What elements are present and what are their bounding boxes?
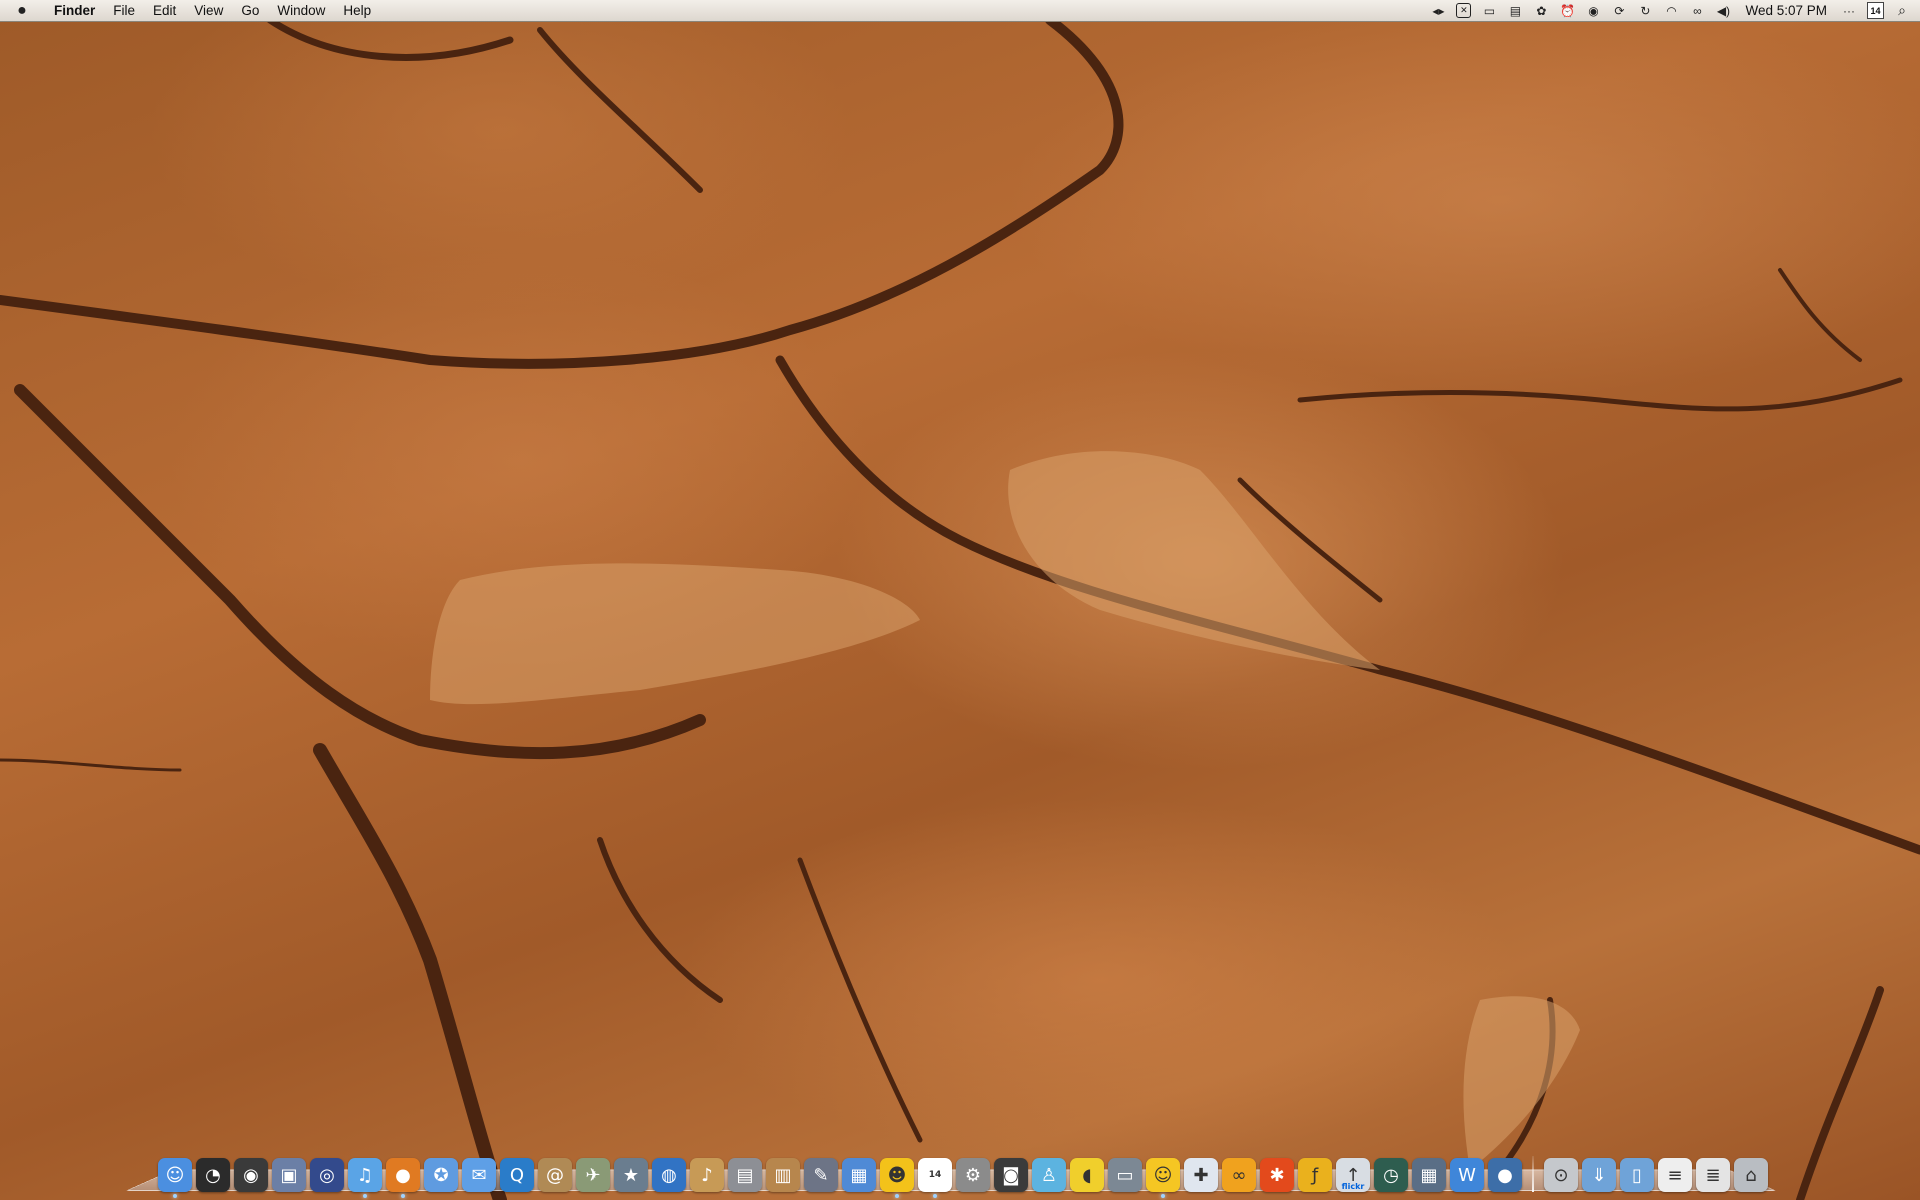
running-indicator xyxy=(173,1194,177,1198)
dock-finder-icon[interactable]: ☺ xyxy=(158,1158,192,1198)
dock-preview-icon[interactable]: ▣ xyxy=(272,1158,306,1192)
dock-pages-icon[interactable]: ✎ xyxy=(804,1158,838,1192)
xscope-icon[interactable]: ✕ xyxy=(1456,3,1472,18)
dock-garageband-icon[interactable]: ♪ xyxy=(690,1158,724,1192)
dock-idvd-icon[interactable]: ◍ xyxy=(652,1158,686,1192)
dock-textwrangler-icon[interactable]: W xyxy=(1450,1158,1484,1192)
apple-menu[interactable]: ● xyxy=(0,0,44,22)
binoculars-icon[interactable]: ∞ xyxy=(1689,3,1705,19)
menu-app-finder[interactable]: Finder xyxy=(44,0,104,22)
dock-camera-icon[interactable]: ◙ xyxy=(994,1158,1028,1192)
dock-mail-icon[interactable]: ✈ xyxy=(576,1158,610,1192)
dock-cyberduck-icon[interactable]: ◖ xyxy=(1070,1158,1104,1192)
dock-coda-icon[interactable]: ∞ xyxy=(1222,1158,1256,1192)
dock-front-row-icon[interactable]: ◉ xyxy=(234,1158,268,1192)
dock-messenger-icon[interactable]: ♙ xyxy=(1032,1158,1066,1192)
display-icon[interactable]: ▭ xyxy=(1481,3,1497,19)
dock-photo-booth-icon[interactable]: ◎ xyxy=(310,1158,344,1192)
dock-quicktime-icon[interactable]: Q xyxy=(500,1158,534,1192)
gear-icon[interactable]: ✿ xyxy=(1533,3,1549,19)
script-icon[interactable]: ▤ xyxy=(1507,3,1523,19)
running-indicator xyxy=(363,1194,367,1198)
dock-safari-icon[interactable]: ✪ xyxy=(424,1158,458,1192)
dock-downloads-folder-icon[interactable]: ⇓ xyxy=(1582,1158,1616,1192)
dock: ☺ ◔ ◉ ▣ ◎ ♫ ● ✪ ✉ Q @ ✈ ★ ◍ ♪ ▤ ▥ ✎ ▦ ☻ 14 ⚙ ◙ ♙ ◖ ▭ ☺ ✚ ∞ ✱ ƒ ↑ flickr ◷… xyxy=(125,1148,1777,1198)
dock-imovie-icon[interactable]: ★ xyxy=(614,1158,648,1192)
dock-flash-icon[interactable]: ƒ xyxy=(1298,1158,1332,1192)
menubar-clock[interactable]: Wed 5:07 PM xyxy=(1741,3,1831,18)
dock-documents-folder-icon[interactable]: ▯ xyxy=(1620,1158,1654,1192)
dock-numbers-icon[interactable]: ▦ xyxy=(842,1158,876,1192)
dock-document-stack-icon[interactable]: ≡ xyxy=(1658,1158,1692,1192)
dock-yahoo-messenger-icon[interactable]: ☺ xyxy=(1146,1158,1180,1198)
dock-ichat-icon[interactable]: ✉ xyxy=(462,1158,496,1192)
dock-scanner-icon[interactable]: ▭ xyxy=(1108,1158,1142,1192)
menu-view[interactable]: View xyxy=(185,0,232,22)
dock-ical-icon[interactable]: 14 xyxy=(918,1158,952,1198)
more-icon[interactable]: ··· xyxy=(1841,3,1857,19)
dock-disk-utility-icon[interactable]: ⊙ xyxy=(1544,1158,1578,1192)
running-indicator xyxy=(401,1194,405,1198)
menu-edit[interactable]: Edit xyxy=(144,0,185,22)
alarm-clock-icon[interactable]: ⏰ xyxy=(1559,3,1575,19)
dock-document-stack-2-icon[interactable]: ≣ xyxy=(1696,1158,1730,1192)
volume-icon[interactable]: ◀) xyxy=(1715,3,1731,19)
running-indicator xyxy=(1161,1194,1165,1198)
dock-firefox-icon[interactable]: ● xyxy=(386,1158,420,1198)
media-controls-icon[interactable]: ◂▸ xyxy=(1430,3,1446,19)
menu-window[interactable]: Window xyxy=(268,0,334,22)
menu-go[interactable]: Go xyxy=(232,0,268,22)
desktop-wallpaper xyxy=(0,0,1920,1200)
dock-ideas-icon[interactable]: ✚ xyxy=(1184,1158,1218,1192)
mud-cracks xyxy=(0,15,1920,1200)
apple-icon: ● xyxy=(17,1,27,19)
dock-network-globe-icon[interactable]: ● xyxy=(1488,1158,1522,1192)
calendar-icon[interactable]: 14 xyxy=(1867,2,1884,19)
time-machine-icon[interactable]: ◉ xyxy=(1585,3,1601,19)
running-indicator xyxy=(895,1194,899,1198)
dock-colloquy-icon[interactable]: ✱ xyxy=(1260,1158,1294,1192)
dock-dashboard-icon[interactable]: ◔ xyxy=(196,1158,230,1192)
dock-icons: ☺ ◔ ◉ ▣ ◎ ♫ ● ✪ ✉ Q @ ✈ ★ ◍ ♪ ▤ ▥ ✎ ▦ ☻ 14 ⚙ ◙ ♙ ◖ ▭ ☺ ✚ ∞ ✱ ƒ ↑ flickr ◷… xyxy=(158,1148,1768,1198)
menu-help[interactable]: Help xyxy=(334,0,380,22)
dock-keynote-icon[interactable]: ▥ xyxy=(766,1158,800,1192)
dock-iphoto-icon[interactable]: ▤ xyxy=(728,1158,762,1192)
dock-spaces-icon[interactable]: ▦ xyxy=(1412,1158,1446,1192)
sync-icon[interactable]: ⟳ xyxy=(1611,3,1627,19)
running-indicator xyxy=(933,1194,937,1198)
dock-time-machine-icon[interactable]: ◷ xyxy=(1374,1158,1408,1192)
wifi-icon[interactable]: ◠ xyxy=(1663,3,1679,19)
dock-itunes-icon[interactable]: ♫ xyxy=(348,1158,382,1198)
refresh-icon[interactable]: ↻ xyxy=(1637,3,1653,19)
dock-system-preferences-icon[interactable]: ⚙ xyxy=(956,1158,990,1192)
flickr-label: flickr xyxy=(1341,1182,1365,1191)
spotlight-search-icon[interactable]: ⌕ xyxy=(1894,2,1910,19)
dock-flickr-uploadr-icon[interactable]: ↑ flickr xyxy=(1336,1158,1370,1192)
dock-adium-icon[interactable]: ☻ xyxy=(880,1158,914,1198)
menu-bar: ● Finder File Edit View Go Window Help ◂… xyxy=(0,0,1920,22)
dock-separator xyxy=(1532,1156,1534,1192)
dock-trash-icon[interactable]: ⌂ xyxy=(1734,1158,1768,1192)
dock-address-book-icon[interactable]: @ xyxy=(538,1158,572,1192)
menu-file[interactable]: File xyxy=(104,0,144,22)
